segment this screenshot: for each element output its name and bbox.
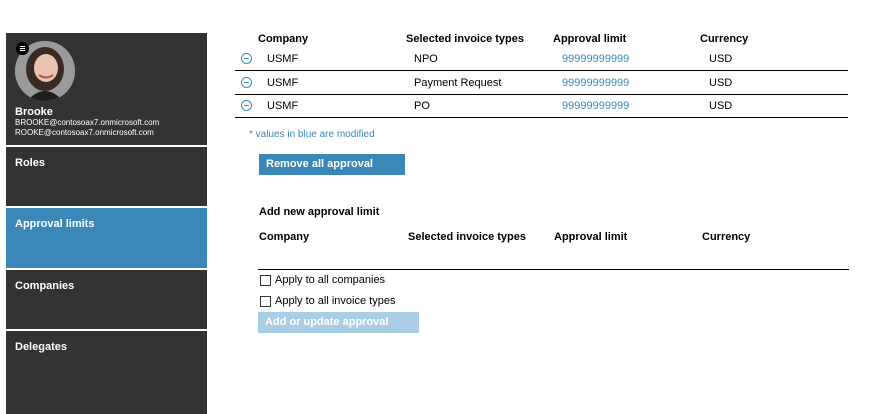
modified-values-note: * values in blue are modified bbox=[249, 129, 375, 140]
column-header-company: Company bbox=[258, 33, 309, 45]
add-column-invoice-types: Selected invoice types bbox=[408, 231, 526, 243]
checkbox-icon[interactable] bbox=[260, 274, 271, 286]
cell-company: USMF bbox=[267, 100, 299, 112]
apply-all-companies-checkbox[interactable]: Apply to all companies bbox=[260, 274, 385, 286]
nav-item-delegates[interactable]: Delegates bbox=[6, 331, 207, 414]
table-row: USMF PO 99999999999 USD bbox=[235, 94, 848, 118]
cell-invoice-type: Payment Request bbox=[414, 77, 502, 89]
user-email-secondary: ROOKE@contosoax7.onmicrosoft.com bbox=[15, 128, 154, 137]
remove-all-approval-limits-button[interactable]: Remove all approval limits bbox=[259, 154, 405, 191]
user-email: BROOKE@contosoax7.onmicrosoft.com bbox=[15, 118, 160, 127]
apply-all-companies-label: Apply to all companies bbox=[275, 274, 386, 286]
cell-invoice-type: NPO bbox=[414, 53, 438, 65]
minus-circle-icon[interactable] bbox=[241, 53, 252, 64]
nav-item-label: Companies bbox=[15, 280, 75, 292]
apply-all-invoice-types-label: Apply to all invoice types bbox=[275, 295, 396, 307]
cell-approval-limit[interactable]: 99999999999 bbox=[562, 100, 629, 112]
column-header-approval-limit: Approval limit bbox=[553, 33, 627, 45]
nav-item-label: Delegates bbox=[15, 341, 67, 353]
profile-card: Brooke BROOKE@contosoax7.onmicrosoft.com… bbox=[6, 33, 207, 145]
cell-approval-limit[interactable]: 99999999999 bbox=[562, 77, 629, 89]
cell-approval-limit[interactable]: 99999999999 bbox=[562, 53, 629, 65]
nav-item-approval-limits[interactable]: Approval limits bbox=[6, 208, 207, 268]
checkbox-icon[interactable] bbox=[260, 295, 271, 307]
add-or-update-approval-limits-button[interactable]: Add or update approval limits bbox=[258, 312, 419, 349]
table-bottom-border bbox=[235, 117, 848, 118]
apply-all-invoice-types-checkbox[interactable]: Apply to all invoice types bbox=[260, 295, 395, 307]
cell-company: USMF bbox=[267, 77, 299, 89]
nav-item-label: Roles bbox=[15, 157, 45, 169]
cell-invoice-type: PO bbox=[414, 100, 430, 112]
user-name: Brooke bbox=[15, 106, 53, 118]
cell-company: USMF bbox=[267, 53, 299, 65]
cell-currency: USD bbox=[709, 53, 733, 65]
column-header-invoice-types: Selected invoice types bbox=[406, 33, 524, 45]
nav-item-companies[interactable]: Companies bbox=[6, 270, 207, 329]
cell-currency: USD bbox=[709, 77, 733, 89]
minus-circle-icon[interactable] bbox=[241, 77, 252, 88]
cell-currency: USD bbox=[709, 100, 733, 112]
add-column-company: Company bbox=[259, 231, 310, 243]
nav-item-roles[interactable]: Roles bbox=[6, 147, 207, 206]
table-row: USMF Payment Request 99999999999 USD bbox=[235, 71, 848, 95]
menu-icon[interactable] bbox=[16, 42, 29, 55]
add-section-title: Add new approval limit bbox=[259, 206, 380, 218]
sidebar: Brooke BROOKE@contosoax7.onmicrosoft.com… bbox=[6, 33, 207, 414]
add-column-currency: Currency bbox=[702, 231, 751, 243]
add-row-divider bbox=[258, 269, 849, 270]
column-header-currency: Currency bbox=[700, 33, 749, 45]
table-row: USMF NPO 99999999999 USD bbox=[235, 47, 848, 71]
nav-item-label: Approval limits bbox=[15, 218, 95, 230]
add-column-approval-limit: Approval limit bbox=[554, 231, 628, 243]
minus-circle-icon[interactable] bbox=[241, 100, 252, 111]
